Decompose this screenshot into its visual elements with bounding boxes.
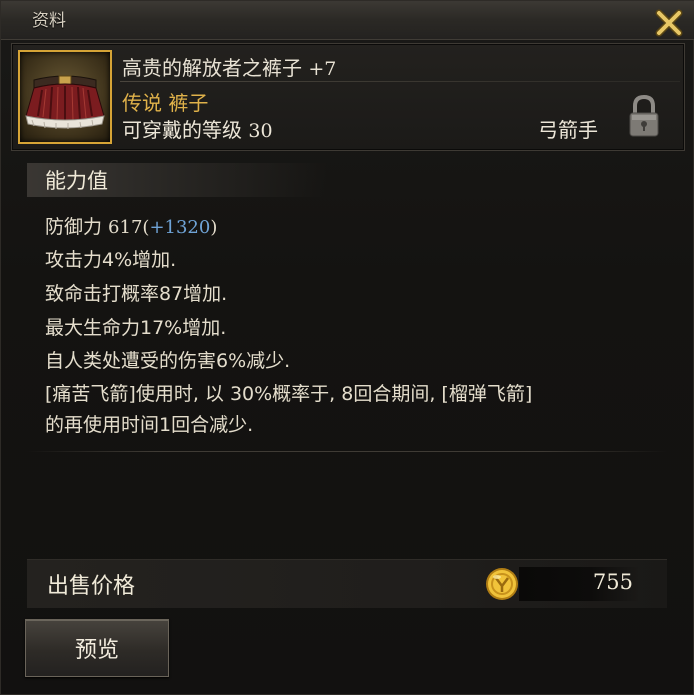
title-bar: 资料 bbox=[1, 1, 694, 40]
stats-divider bbox=[27, 451, 667, 452]
close-button[interactable] bbox=[649, 5, 689, 41]
defense-value: 617 bbox=[108, 217, 143, 238]
defense-bonus: +1320 bbox=[149, 217, 211, 238]
item-class-restriction: 弓箭手 bbox=[538, 118, 598, 142]
item-name-text: 高贵的解放者之裤子 bbox=[122, 56, 302, 80]
level-value: 30 bbox=[248, 120, 273, 142]
stat-line: 最大生命力17%增加. bbox=[45, 317, 227, 339]
item-enhance-level: +7 bbox=[308, 58, 337, 80]
stats-title: 能力值 bbox=[45, 169, 108, 193]
item-info-window: 资料 高贵的解放者之裤子 +7 传说 裤子 可穿戴的等级 30 弓箭手 能力值 … bbox=[0, 0, 694, 695]
sell-price-label: 出售价格 bbox=[47, 574, 136, 599]
stat-line: 自人类处遭受的伤害6%减少. bbox=[45, 350, 291, 372]
item-required-level: 可穿戴的等级 30 bbox=[122, 114, 273, 143]
leather-skirt-pants-icon bbox=[25, 75, 105, 129]
gold-coin-icon bbox=[486, 568, 518, 600]
item-icon-frame[interactable] bbox=[18, 50, 112, 144]
stat-line: 致命击打概率87增加. bbox=[45, 283, 228, 305]
defense-label: 防御力 bbox=[45, 216, 109, 238]
lock-icon[interactable] bbox=[628, 94, 660, 138]
stat-line: [痛苦飞箭]使用时, 以 30%概率于, 8回合期间, [榴弹飞箭] bbox=[45, 383, 533, 405]
item-header-divider bbox=[120, 81, 680, 82]
stat-line: 攻击力4%增加. bbox=[45, 249, 177, 271]
item-name: 高贵的解放者之裤子 +7 bbox=[122, 52, 336, 81]
item-grade: 传说 裤子 bbox=[122, 91, 209, 115]
level-label: 可穿戴的等级 bbox=[122, 118, 249, 142]
item-header-panel: 高贵的解放者之裤子 +7 传说 裤子 可穿戴的等级 30 弓箭手 bbox=[11, 43, 685, 151]
stat-line: 的再使用时间1回合减少. bbox=[45, 414, 254, 436]
preview-button[interactable]: 预览 bbox=[25, 619, 169, 677]
close-icon bbox=[655, 9, 683, 37]
sell-price-value: 755 bbox=[592, 570, 633, 594]
window-title: 资料 bbox=[32, 11, 66, 31]
defense-stat: 防御力 617(+1320) bbox=[45, 216, 218, 238]
